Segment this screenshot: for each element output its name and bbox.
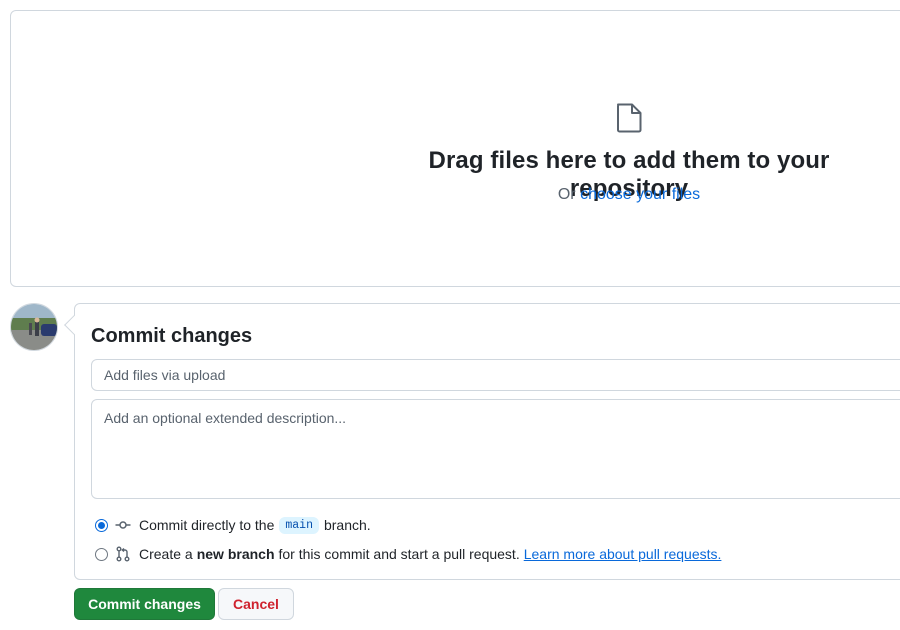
commit-direct-text: Commit directly to the [139,517,275,533]
git-commit-icon [115,521,131,529]
commit-changes-button[interactable]: Commit changes [74,588,215,620]
file-drop-zone[interactable]: Drag files here to add them to your repo… [10,10,900,287]
commit-direct-text-after: branch. [323,517,371,533]
avatar-photo [11,304,57,350]
new-branch-text-before: Create a [139,546,193,562]
new-branch-bold: new branch [196,546,275,562]
drop-zone-or-text: Or [557,186,576,203]
learn-more-pull-requests-link[interactable]: Learn more about pull requests. [524,546,722,562]
file-icon [617,103,642,133]
commit-direct-option[interactable]: Commit directly to the main branch. [95,515,371,535]
commit-summary-input[interactable] [91,359,900,391]
new-branch-option[interactable]: Create a new branch for this commit and … [95,544,721,564]
new-branch-radio[interactable] [95,547,108,561]
avatar[interactable] [10,303,58,351]
speech-arrow [64,315,84,335]
branch-name-badge: main [279,516,319,534]
commit-description-input[interactable] [91,399,900,499]
choose-files-link[interactable]: choose your files [580,186,700,203]
commit-direct-radio[interactable] [95,518,108,532]
new-branch-text-after: for this commit and start a pull request… [278,546,520,562]
git-pull-request-icon [116,546,130,562]
commit-title: Commit changes [91,325,253,347]
cancel-button[interactable]: Cancel [218,588,294,620]
drop-zone-subtext: Or choose your files [369,186,889,204]
commit-changes-panel: Commit changes Commit directly to the ma… [64,303,900,580]
upload-files-page: Drag files here to add them to your repo… [0,0,900,630]
